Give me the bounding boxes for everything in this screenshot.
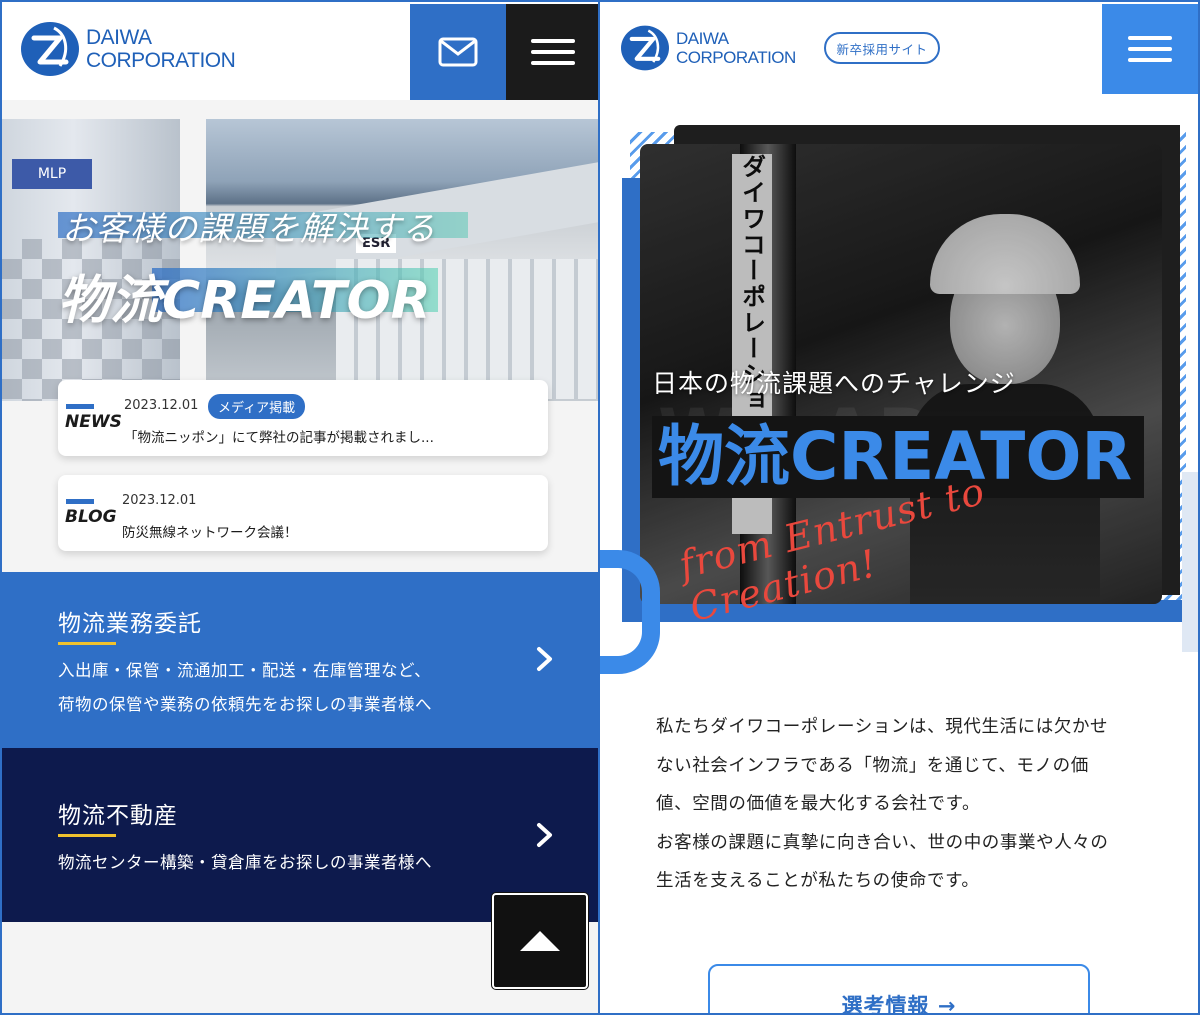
right-screen: DAIWA CORPORATION 新卒採用サイト WE ARE ダイワコーポレ… [600, 0, 1200, 1015]
news-category-badge: メディア掲載 [208, 394, 306, 419]
hamburger-icon [1128, 36, 1172, 40]
news-card[interactable]: NEWS 2023.12.01 メディア掲載 「物流ニッポン」にて弊社の記事が掲… [58, 380, 548, 456]
decorative-d-shape [600, 550, 660, 674]
logo-line1: DAIWA [86, 26, 152, 49]
service-logistics-outsourcing[interactable]: 物流業務委託 入出庫・保管・流通加工・配送・在庫管理など、 荷物の保管や業務の依… [2, 572, 598, 748]
blog-date: 2023.12.01 [122, 493, 197, 508]
hamburger-icon [531, 39, 575, 43]
new-grad-recruit-link[interactable]: 新卒採用サイト [824, 32, 940, 64]
hero-subtitle: お客様の課題を解決する [62, 209, 436, 248]
news-kind: NEWS [65, 412, 122, 432]
left-screen: DAIWA CORPORATION MLP ESR お客様の課題を解決する 物流… [0, 0, 600, 1015]
logo-line2: CORPORATION [676, 48, 796, 67]
contact-mail-button[interactable] [410, 4, 506, 100]
daiwa-logo-icon [621, 25, 669, 71]
blog-kind: BLOG [65, 507, 117, 527]
recruit-header: DAIWA CORPORATION 新卒採用サイト [600, 2, 1198, 98]
chevron-right-icon [537, 647, 552, 671]
selection-info-button[interactable]: 選考情報 → [708, 964, 1090, 1015]
blog-card[interactable]: BLOG 2023.12.01 防災無線ネットワーク会議！ [58, 475, 548, 551]
company-intro: 私たちダイワコーポレーションは、現代生活には欠かせ ない社会インフラである「物流… [656, 717, 1109, 891]
service-title: 物流業務委託 [58, 611, 202, 637]
hero-subtitle: 日本の物流課題へのチャレンジ [652, 369, 1016, 398]
service-description: 入出庫・保管・流通加工・配送・在庫管理など、 荷物の保管や業務の依頼先をお探しの… [58, 661, 432, 714]
service-description: 物流センター構築・貸倉庫をお探しの事業者様へ [58, 853, 432, 872]
hero-title: 物流CREATOR [58, 271, 431, 331]
blog-headline: 防災無線ネットワーク会議！ [122, 525, 298, 541]
news-headline: 「物流ニッポン」にて弊社の記事が掲載されまし... [124, 430, 434, 446]
daiwa-logo[interactable]: DAIWA CORPORATION [620, 24, 796, 72]
logo-line2: CORPORATION [86, 49, 236, 72]
triangle-up-icon [520, 931, 560, 951]
chevron-right-icon [537, 823, 552, 847]
site-header: DAIWA CORPORATION [2, 2, 598, 100]
selection-info-label: 選考情報 → [841, 994, 957, 1015]
menu-button[interactable] [506, 4, 598, 100]
building-sign: MLP [12, 159, 92, 189]
daiwa-logo[interactable]: DAIWA CORPORATION [20, 20, 236, 78]
logo-line1: DAIWA [676, 29, 729, 48]
service-title: 物流不動産 [58, 803, 178, 829]
daiwa-logo-icon [21, 22, 79, 76]
menu-button[interactable] [1102, 4, 1198, 94]
news-date: 2023.12.01 [124, 398, 199, 413]
envelope-icon [438, 37, 478, 67]
back-to-top-button[interactable] [492, 893, 588, 989]
